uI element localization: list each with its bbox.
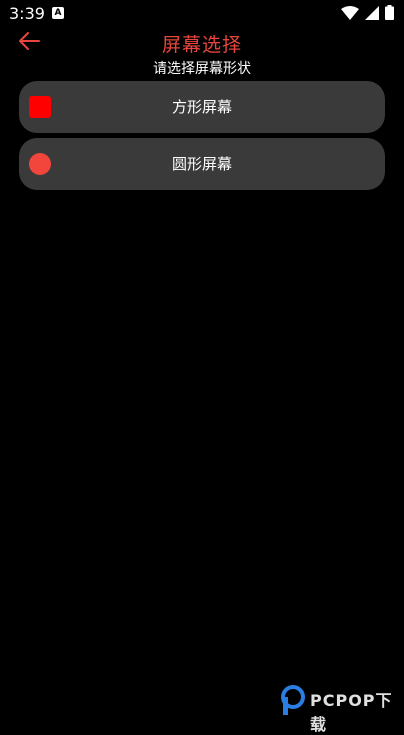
option-round-screen[interactable]: 圆形屏幕 [19,138,385,190]
option-square-screen[interactable]: 方形屏幕 [19,81,385,133]
page-subtitle: 请选择屏幕形状 [153,61,251,77]
watermark: PCPOP下载 [280,683,404,734]
page-title: 屏幕选择 [161,34,242,56]
option-label: 圆形屏幕 [171,155,232,173]
signal-icon [365,5,379,24]
wifi-icon [341,5,359,24]
notification-a-icon: A [52,7,64,19]
battery-icon [385,4,394,24]
status-time: 3:39 [9,4,45,23]
watermark-text: PCPOP下载 [310,691,393,734]
status-icons [341,4,394,24]
app-bar: 屏幕选择 请选择屏幕形状 [0,28,404,77]
option-label: 方形屏幕 [171,98,232,116]
status-bar: 3:39 A [0,0,404,28]
pcpop-logo-icon [280,685,306,715]
